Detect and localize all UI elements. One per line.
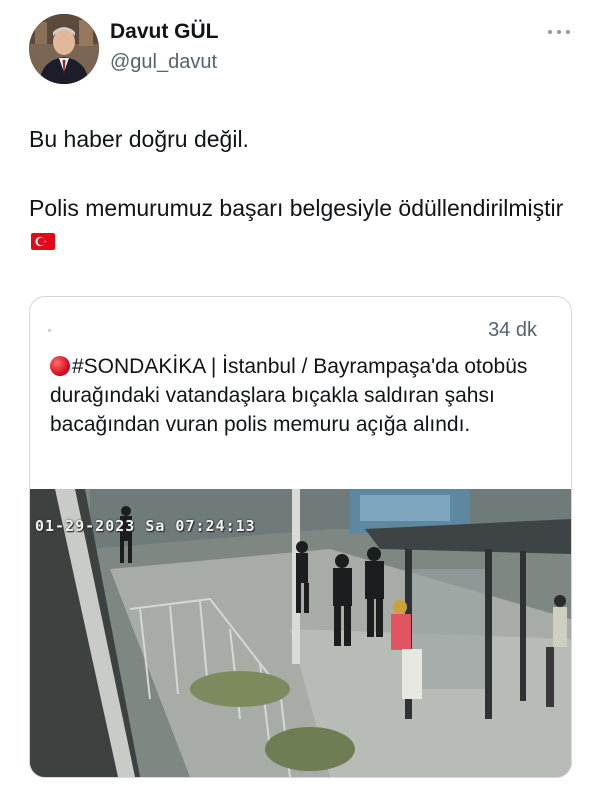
author-name[interactable]: Davut GÜL — [110, 20, 219, 44]
turkey-flag-icon — [31, 233, 55, 250]
cctv-timestamp: 01-29-2023 Sa 07:24:13 — [35, 517, 256, 535]
quote-hashtag[interactable]: #SONDAKİKA — [72, 355, 205, 378]
more-options-icon[interactable] — [546, 24, 572, 40]
quote-media-image[interactable]: 01-29-2023 Sa 07:24:13 — [30, 489, 571, 777]
author-avatar[interactable] — [29, 14, 99, 84]
avatar-photo — [29, 14, 99, 84]
author-handle[interactable]: @gul_davut — [110, 51, 217, 74]
quote-author-blurred — [48, 329, 51, 332]
quoted-tweet-card[interactable]: 34 dk #SONDAKİKA | İstanbul / Bayrampaşa… — [29, 296, 572, 778]
quote-timestamp: 34 dk — [488, 319, 537, 341]
tweet-paragraph-2: Polis memurumuz başarı belgesiyle ödülle… — [29, 193, 569, 255]
tweet-paragraph-2-text: Polis memurumuz başarı belgesiyle ödülle… — [29, 195, 564, 221]
quote-text: #SONDAKİKA | İstanbul / Bayrampaşa'da ot… — [50, 352, 555, 439]
tweet-text: Bu haber doğru değil. Polis memurumuz ba… — [29, 124, 569, 255]
red-circle-icon — [50, 356, 70, 376]
tweet-paragraph-1: Bu haber doğru değil. — [29, 126, 249, 152]
